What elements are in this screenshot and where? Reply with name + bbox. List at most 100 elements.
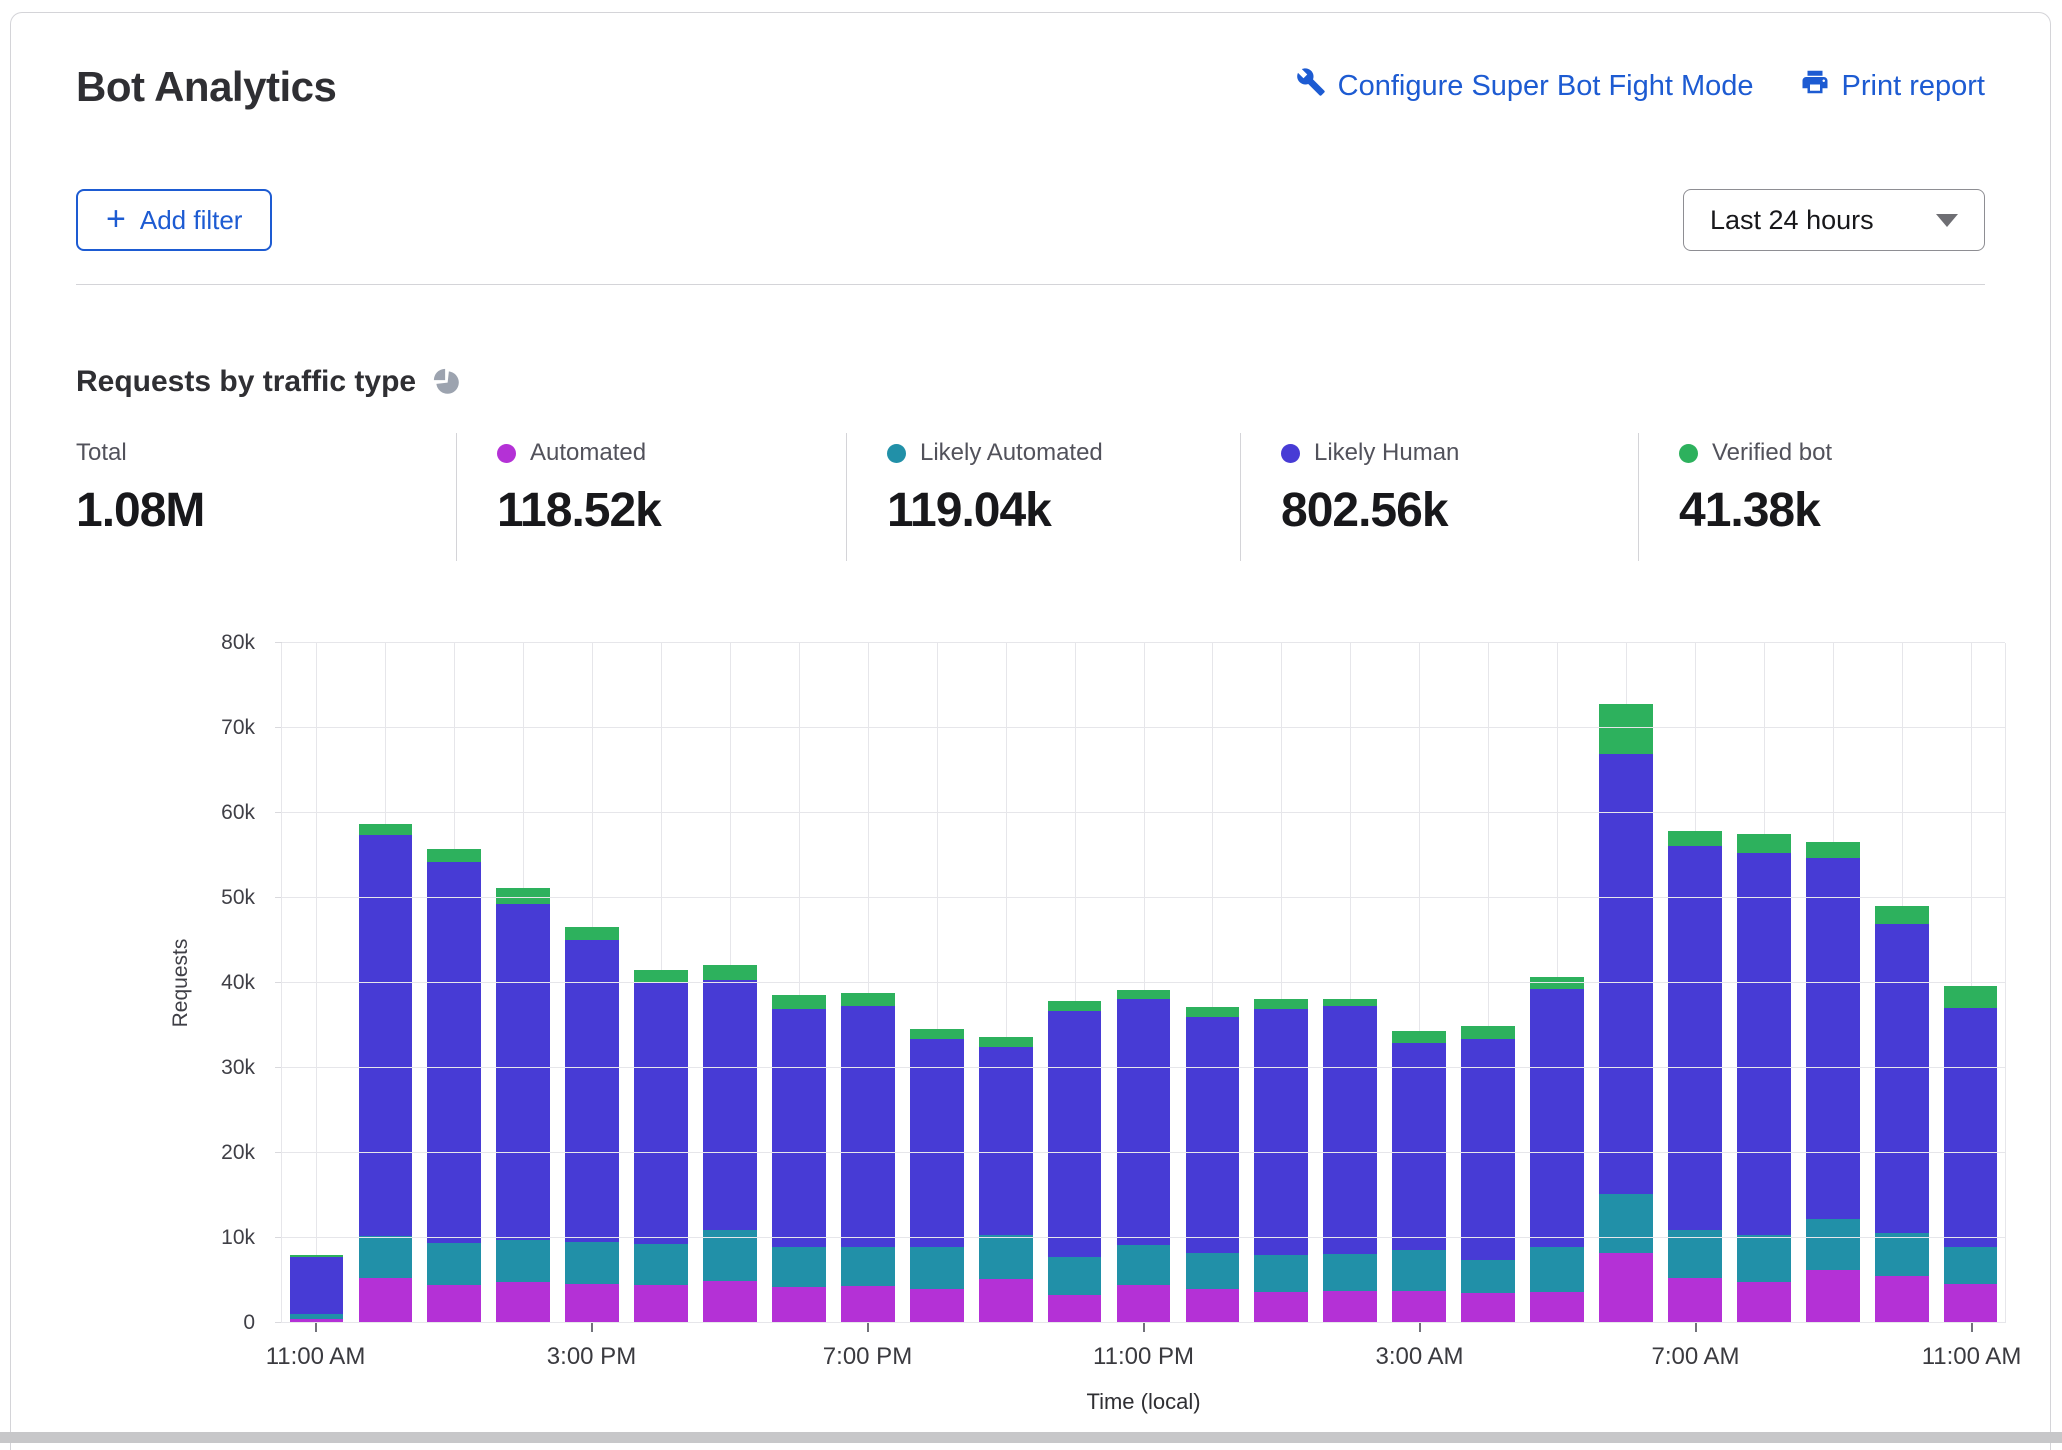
bar-6-00-pm[interactable] (772, 643, 826, 1323)
bar-2-00-am[interactable] (1323, 643, 1378, 1323)
bar-segment-likely-automated[interactable] (1254, 1255, 1309, 1293)
print-report-link[interactable]: Print report (1800, 67, 1985, 105)
bar-segment-automated[interactable] (1736, 1282, 1791, 1323)
bar-segment-verified-bot[interactable] (1805, 841, 1860, 859)
bar-11-00-pm[interactable] (1116, 643, 1171, 1323)
bar-1-00-am[interactable] (1254, 643, 1309, 1323)
bar-4-00-pm[interactable] (634, 643, 688, 1323)
bar-segment-likely-automated[interactable] (1943, 1247, 1998, 1284)
bar-9-00-pm[interactable] (978, 643, 1033, 1323)
bar-segment-likely-human[interactable] (1736, 852, 1791, 1236)
bar-segment-likely-automated[interactable] (1116, 1244, 1171, 1285)
bar-segment-verified-bot[interactable] (840, 993, 895, 1006)
bar-segment-likely-automated[interactable] (565, 1242, 620, 1284)
bar-segment-automated[interactable] (909, 1289, 964, 1323)
bar-segment-likely-automated[interactable] (1736, 1235, 1791, 1283)
bar-10-00-pm[interactable] (1047, 643, 1102, 1323)
bar-segment-likely-human[interactable] (427, 862, 482, 1244)
bar-segment-likely-human[interactable] (1323, 1005, 1378, 1255)
bar-segment-likely-human[interactable] (1461, 1039, 1515, 1261)
bar-segment-verified-bot[interactable] (1530, 977, 1584, 989)
bar-segment-automated[interactable] (1323, 1290, 1378, 1323)
bar-segment-automated[interactable] (1668, 1277, 1722, 1323)
bar-segment-verified-bot[interactable] (1047, 1000, 1102, 1012)
bar-segment-likely-human[interactable] (978, 1046, 1033, 1236)
bar-10-00-am[interactable] (1874, 643, 1929, 1323)
bar-segment-likely-automated[interactable] (703, 1230, 757, 1282)
bar-segment-verified-bot[interactable] (1461, 1026, 1515, 1040)
time-range-dropdown[interactable]: Last 24 hours (1683, 189, 1985, 251)
bar-segment-likely-human[interactable] (1047, 1011, 1102, 1257)
bar-segment-likely-human[interactable] (840, 1005, 895, 1248)
bar-segment-verified-bot[interactable] (1736, 834, 1791, 853)
bar-segment-likely-human[interactable] (1805, 858, 1860, 1220)
bar-segment-likely-human[interactable] (565, 939, 620, 1243)
bar-segment-likely-automated[interactable] (1323, 1254, 1378, 1291)
bar-segment-likely-automated[interactable] (1185, 1253, 1240, 1289)
bar-segment-likely-human[interactable] (289, 1256, 344, 1315)
bar-2-00-pm[interactable] (496, 643, 551, 1323)
bar-segment-automated[interactable] (427, 1284, 482, 1323)
bar-6-00-am[interactable] (1599, 643, 1653, 1323)
bar-segment-automated[interactable] (1047, 1294, 1102, 1323)
bar-segment-likely-human[interactable] (496, 903, 551, 1240)
bar-segment-automated[interactable] (1599, 1253, 1653, 1323)
bar-segment-automated[interactable] (772, 1287, 826, 1323)
bar-segment-likely-automated[interactable] (1392, 1249, 1447, 1291)
bar-segment-verified-bot[interactable] (358, 824, 413, 836)
bar-segment-likely-automated[interactable] (496, 1239, 551, 1283)
bar-3-00-pm[interactable] (565, 643, 620, 1323)
bar-segment-verified-bot[interactable] (496, 887, 551, 904)
bar-segment-likely-human[interactable] (1599, 753, 1653, 1194)
bar-segment-verified-bot[interactable] (978, 1037, 1033, 1047)
bar-segment-likely-human[interactable] (1392, 1043, 1447, 1250)
bar-3-00-am[interactable] (1392, 643, 1447, 1323)
bar-7-00-pm[interactable] (840, 643, 895, 1323)
bar-segment-verified-bot[interactable] (909, 1028, 964, 1040)
bar-segment-likely-automated[interactable] (1805, 1219, 1860, 1271)
bar-segment-likely-human[interactable] (1943, 1007, 1998, 1248)
bar-segment-likely-automated[interactable] (840, 1247, 895, 1287)
bar-segment-likely-human[interactable] (1185, 1017, 1240, 1254)
bar-7-00-am[interactable] (1668, 643, 1722, 1323)
bar-segment-verified-bot[interactable] (1874, 905, 1929, 925)
bar-segment-automated[interactable] (703, 1281, 757, 1323)
bar-segment-verified-bot[interactable] (1599, 704, 1653, 754)
bar-segment-likely-automated[interactable] (1047, 1256, 1102, 1295)
bar-segment-likely-automated[interactable] (1461, 1260, 1515, 1294)
bar-11-00-am[interactable] (289, 643, 344, 1323)
bar-segment-automated[interactable] (496, 1282, 551, 1323)
bar-segment-likely-automated[interactable] (909, 1247, 964, 1289)
bar-8-00-am[interactable] (1736, 643, 1791, 1323)
bar-segment-likely-automated[interactable] (358, 1236, 413, 1278)
bar-segment-likely-automated[interactable] (634, 1243, 688, 1285)
bar-11-00-am[interactable] (1943, 643, 1998, 1323)
bar-segment-verified-bot[interactable] (1392, 1030, 1447, 1044)
configure-super-bot-fight-mode-link[interactable]: Configure Super Bot Fight Mode (1296, 67, 1754, 105)
bar-segment-likely-automated[interactable] (1530, 1246, 1584, 1293)
bar-segment-automated[interactable] (978, 1278, 1033, 1323)
bar-segment-automated[interactable] (1874, 1276, 1929, 1323)
bar-segment-automated[interactable] (1254, 1292, 1309, 1323)
bar-segment-verified-bot[interactable] (703, 965, 757, 980)
bar-segment-likely-human[interactable] (909, 1039, 964, 1248)
bar-segment-likely-human[interactable] (1530, 988, 1584, 1247)
bar-5-00-am[interactable] (1530, 643, 1584, 1323)
bar-segment-automated[interactable] (1805, 1270, 1860, 1323)
bar-segment-automated[interactable] (634, 1284, 688, 1323)
bar-segment-automated[interactable] (1185, 1289, 1240, 1323)
bar-1-00-pm[interactable] (427, 643, 482, 1323)
bar-segment-likely-human[interactable] (1874, 924, 1929, 1233)
bar-segment-verified-bot[interactable] (1323, 999, 1378, 1006)
bar-segment-likely-human[interactable] (703, 979, 757, 1231)
bar-5-00-pm[interactable] (703, 643, 757, 1323)
bar-segment-likely-human[interactable] (772, 1009, 826, 1248)
bar-segment-likely-human[interactable] (358, 835, 413, 1237)
bar-segment-verified-bot[interactable] (427, 848, 482, 863)
bar-segment-verified-bot[interactable] (772, 994, 826, 1010)
bar-segment-automated[interactable] (358, 1277, 413, 1323)
bar-segment-automated[interactable] (1530, 1292, 1584, 1323)
bar-segment-automated[interactable] (1392, 1290, 1447, 1323)
bar-segment-verified-bot[interactable] (565, 926, 620, 940)
bar-segment-likely-automated[interactable] (772, 1247, 826, 1288)
